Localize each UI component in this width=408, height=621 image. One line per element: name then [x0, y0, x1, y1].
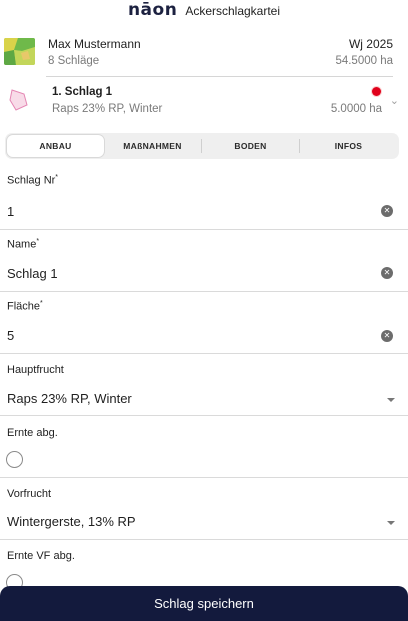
anbau-form: Schlag Nr* 1 ✕ Name* Schlag 1 ✕ Fläche* … [0, 168, 408, 600]
field-title: 1. Schlag 1 [52, 86, 113, 98]
tab-infos[interactable]: INFOS [300, 135, 397, 157]
tab-massnahmen[interactable]: MAßNAHMEN [104, 135, 201, 157]
hauptfrucht-value[interactable]: Raps 23% RP, Winter [7, 391, 132, 406]
farm-year: Wj 2025 [348, 37, 393, 51]
name-label: Name* [7, 238, 40, 251]
naon-logo: nāon [127, 0, 178, 20]
schlag-nr-input[interactable]: 1 [7, 204, 14, 219]
flaeche-field[interactable]: Fläche* 5 ✕ [0, 292, 408, 354]
caret-down-icon[interactable] [387, 398, 395, 402]
tab-bar: ANBAU MAßNAHMEN BODEN INFOS [5, 133, 399, 159]
vorfrucht-select[interactable]: Vorfrucht Wintergerste, 13% RP [0, 478, 408, 540]
schlag-nr-label: Schlag Nr* [7, 174, 59, 187]
field-area: 5.0000 ha [330, 103, 382, 115]
ernte-vf-abg-label: Ernte VF abg. [7, 550, 75, 562]
farm-owner-name: Max Mustermann [48, 37, 141, 51]
clear-circle-icon[interactable]: ✕ [381, 267, 393, 279]
farm-total-area: 54.5000 ha [335, 55, 393, 67]
divider [46, 76, 393, 77]
vorfrucht-label: Vorfrucht [7, 488, 52, 500]
flaeche-input[interactable]: 5 [7, 328, 14, 343]
tab-boden[interactable]: BODEN [202, 135, 299, 157]
save-field-button[interactable]: Schlag speichern [0, 586, 408, 621]
chevron-down-icon[interactable]: ⌄ [390, 94, 399, 107]
farm-field-count: 8 Schläge [48, 55, 100, 67]
tab-anbau[interactable]: ANBAU [7, 135, 104, 157]
clear-circle-icon[interactable]: ✕ [381, 330, 393, 342]
schlag-nr-field[interactable]: Schlag Nr* 1 ✕ [0, 168, 408, 230]
farm-map-thumbnail-icon [4, 38, 35, 65]
ernte-abg-radio[interactable] [6, 451, 23, 468]
status-dot-icon [372, 87, 381, 96]
app-header: nāon Ackerschlagkartei [0, 0, 408, 22]
hauptfrucht-label: Hauptfrucht [7, 364, 64, 376]
farm-summary[interactable]: Max Mustermann 8 Schläge Wj 2025 54.5000… [0, 33, 408, 71]
app-title: Ackerschlagkartei [185, 4, 281, 18]
ernte-abg-field: Ernte abg. [0, 416, 408, 478]
name-field[interactable]: Name* Schlag 1 ✕ [0, 230, 408, 292]
clear-circle-icon[interactable]: ✕ [381, 205, 393, 217]
field-crop: Raps 23% RP, Winter [52, 103, 163, 115]
caret-down-icon[interactable] [387, 521, 395, 525]
selected-field-row[interactable]: 1. Schlag 1 Raps 23% RP, Winter 5.0000 h… [0, 78, 408, 122]
flaeche-label: Fläche* [7, 300, 43, 313]
hauptfrucht-select[interactable]: Hauptfrucht Raps 23% RP, Winter [0, 354, 408, 416]
field-shape-icon [8, 88, 30, 112]
name-input[interactable]: Schlag 1 [7, 266, 58, 281]
ernte-abg-label: Ernte abg. [7, 427, 58, 439]
vorfrucht-value[interactable]: Wintergerste, 13% RP [7, 514, 136, 529]
